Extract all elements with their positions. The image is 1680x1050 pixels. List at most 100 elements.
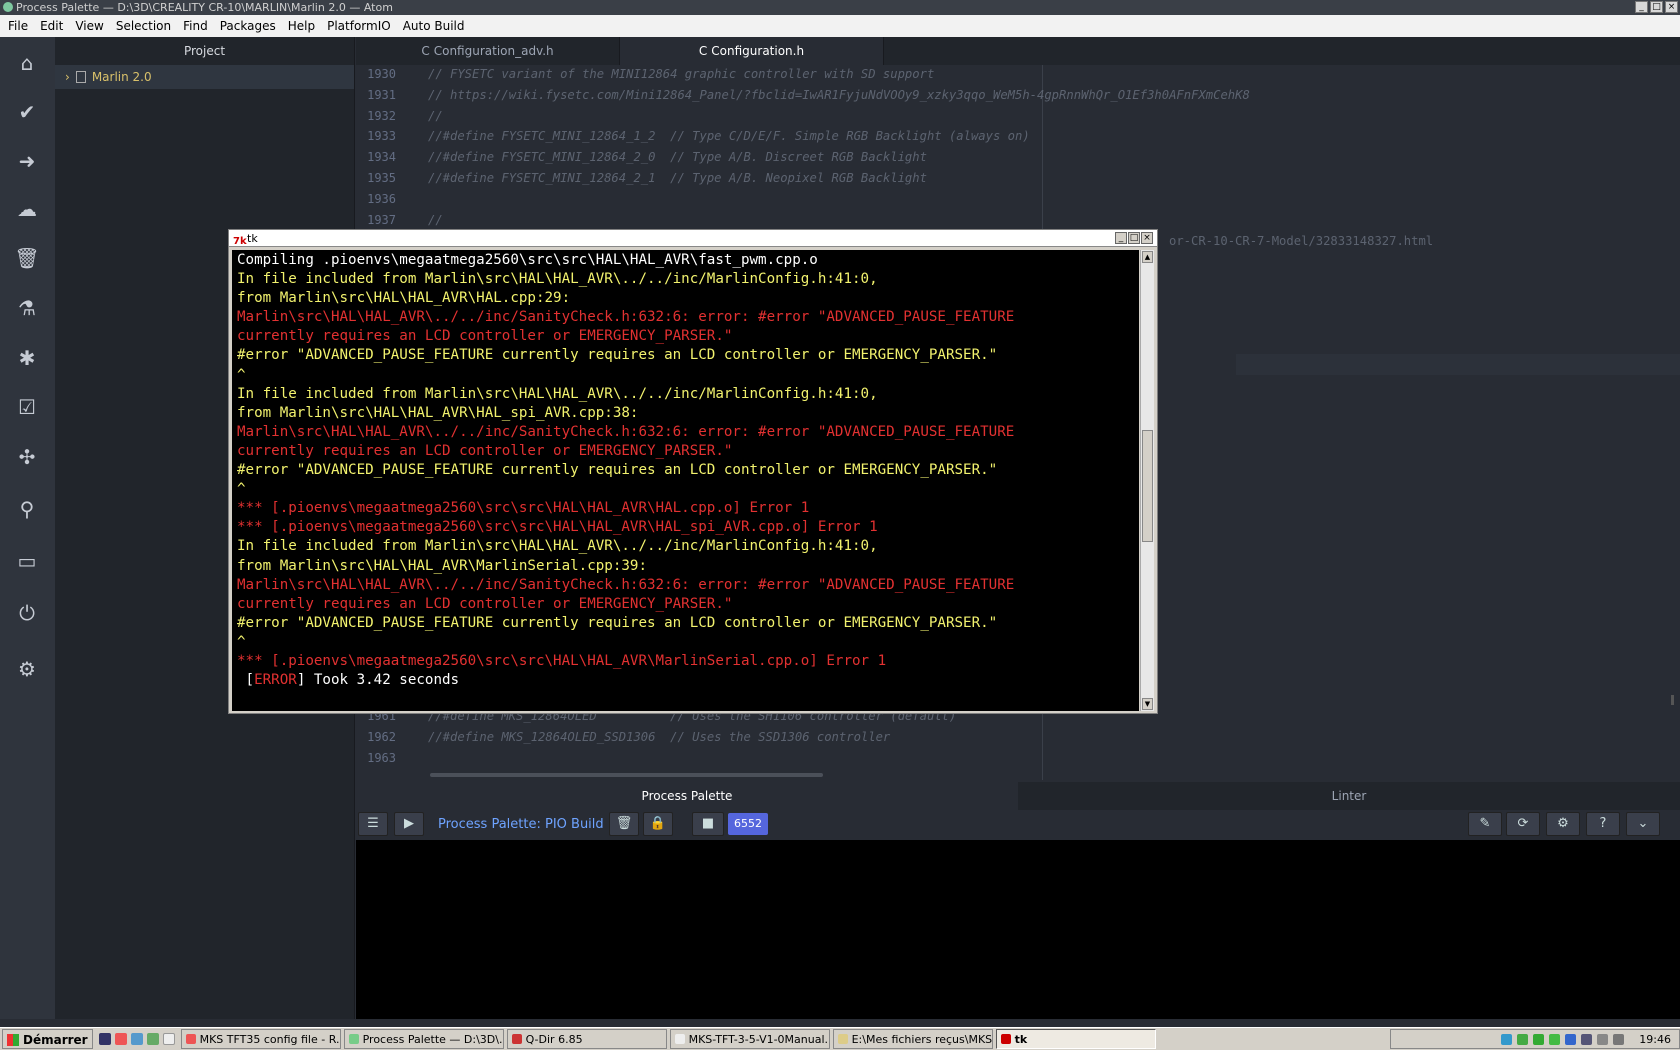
help-button[interactable]: ?: [1586, 812, 1620, 836]
quicklaunch-app-icon[interactable]: [98, 1033, 111, 1045]
reload-button[interactable]: ⟳: [1506, 812, 1540, 836]
checklist-icon[interactable]: ☑: [14, 394, 40, 420]
menu-bar: File Edit View Selection Find Packages Help Pla…: [0, 15, 1680, 37]
collapse-button[interactable]: ⌄: [1626, 812, 1660, 836]
lock-button[interactable]: 🔒: [643, 812, 673, 836]
notepad-icon[interactable]: [162, 1033, 175, 1045]
network-icon[interactable]: [1613, 1033, 1625, 1045]
home-icon[interactable]: ⌂: [14, 50, 40, 76]
quicklaunch-app-icon[interactable]: [146, 1033, 159, 1045]
flask-icon[interactable]: ⚗: [14, 295, 40, 321]
trash-icon[interactable]: 🗑: [14, 245, 40, 271]
menu-file[interactable]: File: [2, 15, 34, 37]
cloud-upload-icon[interactable]: ☁: [14, 196, 40, 222]
taskbar-item[interactable]: MKS-TFT-3-5-V1-0Manual...: [669, 1029, 830, 1049]
menu-platformio[interactable]: PlatformIO: [321, 15, 397, 37]
terminal-line: Marlin\src\HAL\HAL_AVR\../../inc/SanityC…: [237, 423, 1015, 440]
code-line: // https://wiki.fysetc.com/Mini12864_Pan…: [428, 87, 1250, 102]
menu-selection[interactable]: Selection: [110, 15, 177, 37]
project-root-label: Marlin 2.0: [91, 70, 152, 84]
process-label[interactable]: Process Palette: PIO Build: [438, 817, 604, 832]
browser-icon[interactable]: [130, 1033, 143, 1045]
volume-icon[interactable]: [1597, 1033, 1609, 1045]
menu-auto-build[interactable]: Auto Build: [397, 15, 471, 37]
terminal-line: In file included from Marlin\src\HAL\HAL…: [237, 385, 878, 402]
code-line-fragment: or-CR-10-CR-7-Model/32833148327.html: [1169, 234, 1434, 248]
stop-icon: ■: [701, 816, 715, 831]
tk-close-button[interactable]: ×: [1141, 232, 1153, 244]
tray-icon[interactable]: [1517, 1033, 1529, 1045]
process-id-badge[interactable]: 6552: [728, 813, 768, 835]
tray-icon[interactable]: [1533, 1033, 1545, 1045]
stop-button[interactable]: ■: [692, 812, 724, 836]
terminal-line: Marlin\src\HAL\HAL_AVR\../../inc/SanityC…: [237, 576, 1015, 593]
terminal-line: #error "ADVANCED_PAUSE_FEATURE currently…: [237, 614, 998, 631]
tk-title-bar[interactable]: 7k tk _ □ ×: [229, 230, 1157, 247]
chevron-down-icon: ⌄: [1637, 816, 1649, 831]
terminal-line: ^: [237, 366, 246, 383]
tray-icon[interactable]: [1581, 1033, 1593, 1045]
lock-icon: 🔒: [649, 816, 667, 831]
menu-packages[interactable]: Packages: [214, 15, 282, 37]
start-button[interactable]: Démarrer: [2, 1029, 93, 1049]
atom-app-icon: [3, 2, 13, 12]
close-button[interactable]: ×: [1665, 1, 1678, 13]
hamburger-icon: ☰: [367, 816, 379, 831]
network-icon[interactable]: ✣: [14, 444, 40, 470]
search-icon[interactable]: ⚲: [14, 496, 40, 522]
project-root-item[interactable]: › Marlin 2.0: [55, 65, 354, 89]
c-file-icon: C: [421, 44, 430, 58]
menu-button[interactable]: ☰: [358, 812, 388, 836]
bug-icon[interactable]: ✱: [14, 345, 40, 371]
arrow-right-icon[interactable]: ➜: [14, 148, 40, 174]
plug-icon[interactable]: ⏻: [14, 600, 40, 626]
tray-icon[interactable]: [1549, 1033, 1561, 1045]
menu-find[interactable]: Find: [177, 15, 214, 37]
scroll-down-arrow-icon[interactable]: ▼: [1142, 698, 1153, 710]
settings-button[interactable]: ⚙: [1546, 812, 1580, 836]
taskbar-item[interactable]: Q-Dir 6.85: [506, 1029, 667, 1049]
minimap-marker: [1671, 695, 1674, 705]
terminal-line: *** [.pioenvs\megaatmega2560\src\src\HAL…: [237, 519, 878, 536]
terminal-line: from Marlin\src\HAL\HAL_AVR\HAL.cpp:29:: [237, 290, 571, 307]
gear-icon[interactable]: ⚙: [14, 656, 40, 682]
terminal-icon[interactable]: ▭: [14, 548, 40, 574]
tab-process-palette[interactable]: Process Palette: [356, 782, 1018, 810]
menu-help[interactable]: Help: [282, 15, 321, 37]
scroll-thumb[interactable]: [1142, 430, 1153, 542]
tray-icon[interactable]: [1565, 1033, 1577, 1045]
run-button[interactable]: ▶: [394, 812, 424, 836]
bottom-dock-tabs: Process Palette Linter: [356, 782, 1680, 810]
menu-view[interactable]: View: [69, 15, 109, 37]
tk-minimize-button[interactable]: _: [1115, 232, 1127, 244]
scroll-up-arrow-icon[interactable]: ▲: [1142, 251, 1153, 263]
terminal-line: ^: [237, 633, 246, 650]
error-tag: ERROR: [254, 672, 297, 689]
code-line: //: [428, 108, 443, 123]
tk-maximize-button[interactable]: □: [1128, 232, 1140, 244]
taskbar-item[interactable]: tk: [995, 1029, 1156, 1049]
menu-edit[interactable]: Edit: [34, 15, 69, 37]
tk-vertical-scrollbar[interactable]: ▲ ▼: [1140, 250, 1154, 711]
tab-configuration-adv[interactable]: C Configuration_adv.h: [356, 37, 620, 65]
process-toolbar: ☰ ▶ Process Palette: PIO Build 🗑 🔒 ■ 655…: [356, 810, 1680, 840]
firefox-icon[interactable]: [114, 1033, 127, 1045]
window-title: Process Palette — D:\3D\CREALITY CR-10\M…: [16, 1, 393, 14]
clear-button[interactable]: 🗑: [609, 812, 639, 836]
terminal-line: from Marlin\src\HAL\HAL_AVR\HAL_spi_AVR.…: [237, 404, 639, 421]
tk-terminal-output[interactable]: Compiling .pioenvs\megaatmega2560\src\sr…: [232, 250, 1139, 711]
taskbar-item[interactable]: E:\Mes fichiers reçus\MKS...: [832, 1029, 993, 1049]
horizontal-scrollbar[interactable]: [430, 773, 823, 777]
minimize-button[interactable]: _: [1635, 1, 1648, 13]
tab-linter[interactable]: Linter: [1018, 782, 1680, 810]
cursor-line-highlight: [1236, 354, 1680, 375]
process-output-console[interactable]: [356, 840, 1680, 1019]
tray-icon[interactable]: [1501, 1033, 1513, 1045]
line-number: 1963: [367, 750, 396, 765]
taskbar-item[interactable]: MKS TFT35 config file - R...: [180, 1029, 341, 1049]
taskbar-item[interactable]: Process Palette — D:\3D\...: [343, 1029, 504, 1049]
edit-button[interactable]: ✎: [1468, 812, 1502, 836]
maximize-button[interactable]: □: [1650, 1, 1663, 13]
check-icon[interactable]: ✔: [14, 99, 40, 125]
tab-configuration[interactable]: C Configuration.h: [620, 37, 884, 65]
